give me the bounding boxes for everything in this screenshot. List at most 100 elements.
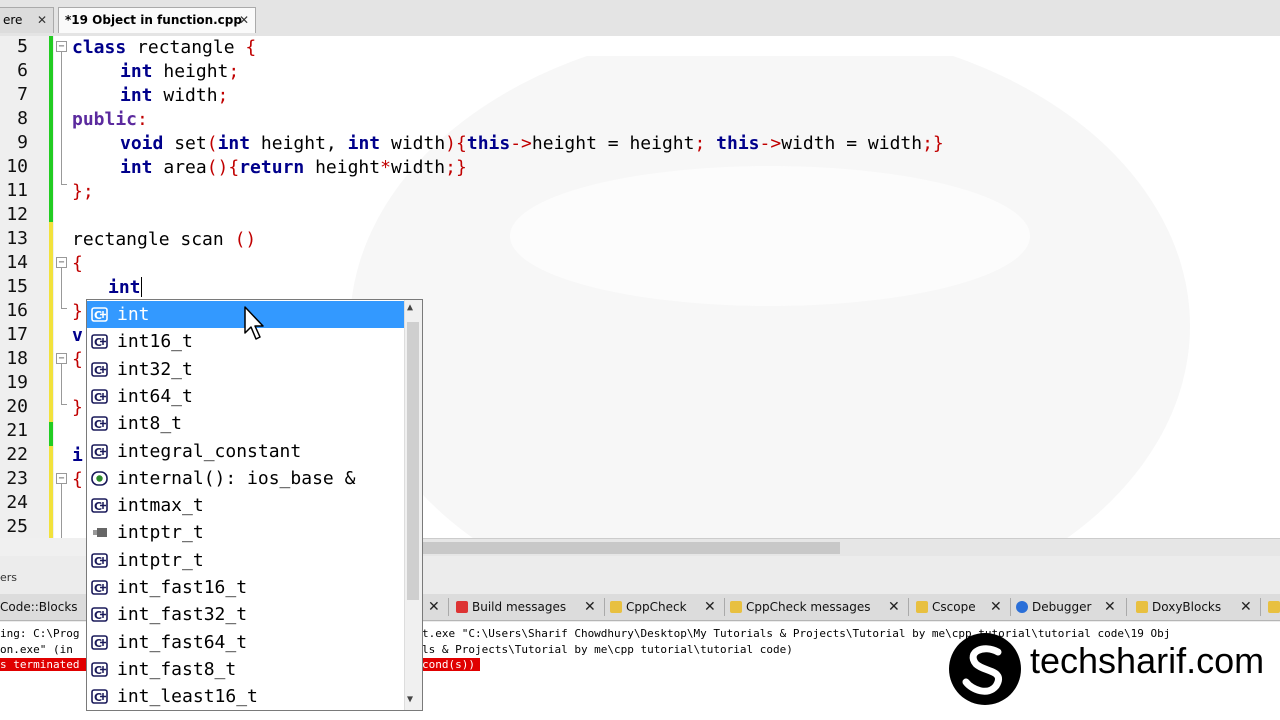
tab-codeblocks-log[interactable]: Code::Blocks: [0, 596, 78, 618]
line-number: 22: [6, 444, 28, 465]
tab-label: Cscope: [932, 600, 976, 614]
line-number: 14: [6, 252, 28, 273]
code-line-22: i: [72, 445, 83, 466]
code-line-14: {: [72, 253, 83, 274]
tab-previous-file[interactable]: ere ✕: [0, 7, 54, 33]
class-icon: C: [91, 580, 108, 595]
tab-separator: [448, 598, 449, 616]
svg-text:C: C: [94, 582, 102, 595]
autocomplete-item[interactable]: intptr_t: [87, 519, 405, 546]
svg-text:C: C: [94, 336, 102, 349]
tab-cppcheck-messages[interactable]: CppCheck messages: [730, 596, 871, 618]
class-icon: C: [91, 443, 108, 459]
autocomplete-item-label: int_fast32_t: [117, 604, 248, 626]
autocomplete-item[interactable]: Cint32_t: [87, 356, 405, 383]
scroll-down-icon[interactable]: ▼: [407, 694, 413, 705]
class-icon: C: [91, 607, 108, 622]
code-line-9: void set(int height, int width){this->he…: [120, 133, 944, 154]
line-number: 7: [17, 84, 28, 105]
class-icon: C: [91, 689, 108, 704]
code-line-15: int: [108, 277, 142, 298]
autocomplete-item-label: int_fast8_t: [117, 658, 237, 680]
editor-horizontal-scrollbar[interactable]: [420, 538, 1280, 557]
svg-text:C: C: [94, 555, 102, 568]
autocomplete-item[interactable]: Cint_fast16_t: [87, 574, 405, 601]
tab-close-icon[interactable]: ✕: [1240, 596, 1252, 618]
fold-guide: [61, 484, 62, 538]
autocomplete-item-label: int16_t: [117, 331, 193, 353]
tab-label: CppCheck messages: [746, 600, 871, 614]
tab-debugger[interactable]: Debugger: [1016, 596, 1091, 618]
autocomplete-item[interactable]: Cint8_t: [87, 410, 405, 437]
tab-close-icon[interactable]: ✕: [990, 596, 1002, 618]
editor-tab-bar: ere ✕ *19 Object in function.cpp ✕: [0, 0, 1280, 37]
fold-toggle-icon[interactable]: −: [56, 473, 67, 484]
svg-text:C: C: [94, 637, 102, 650]
tab-active-file[interactable]: *19 Object in function.cpp ✕: [58, 7, 256, 33]
autocomplete-item-label: int8_t: [117, 413, 183, 435]
panel-title: ers: [0, 571, 18, 584]
change-bar-saved: [49, 36, 53, 222]
class-icon: C: [91, 334, 108, 349]
line-number: 16: [6, 300, 28, 321]
fold-guide: [61, 364, 62, 404]
tab-close-icon[interactable]: ✕: [584, 596, 596, 618]
autocomplete-item[interactable]: Cintmax_t: [87, 492, 405, 519]
fold-toggle-icon[interactable]: −: [56, 257, 67, 268]
function-icon: [91, 470, 108, 486]
code-line-18: {: [72, 349, 83, 370]
fold-guide: [61, 268, 62, 308]
autocomplete-item-label: intptr_t: [117, 549, 204, 571]
tab-close-icon[interactable]: ✕: [37, 8, 47, 32]
fold-end: [61, 404, 67, 405]
tab-build-messages[interactable]: Build messages: [456, 596, 566, 618]
svg-text:C: C: [94, 691, 102, 704]
autocomplete-popup[interactable]: Cint Cint16_t Cint32_t Cint64_t Cint8_t Cinte…: [86, 299, 423, 711]
line-number: 8: [17, 108, 28, 129]
tab-cppcheck[interactable]: CppCheck: [610, 596, 687, 618]
tab-close-icon[interactable]: ✕: [704, 596, 716, 618]
class-icon: C: [91, 389, 108, 404]
autocomplete-item[interactable]: Cint_least16_t: [87, 683, 405, 710]
pencil-icon: [1268, 601, 1280, 613]
tab-close-icon[interactable]: ✕: [428, 596, 440, 618]
log-error-highlight: cond(s)): [422, 658, 480, 671]
fold-toggle-icon[interactable]: −: [56, 41, 67, 52]
tab-close-icon[interactable]: ✕: [888, 596, 900, 618]
autocomplete-item[interactable]: internal(): ios_base &: [87, 465, 405, 492]
tab-separator: [724, 598, 725, 616]
tab-doxyblocks[interactable]: DoxyBlocks: [1136, 596, 1221, 618]
fold-toggle-icon[interactable]: −: [56, 353, 67, 364]
fold-guide: [61, 52, 62, 184]
autocomplete-item-label: int_fast16_t: [117, 577, 248, 598]
line-number: 6: [17, 60, 28, 81]
tab-label: DoxyBlocks: [1152, 600, 1222, 614]
line-number: 15: [6, 276, 28, 297]
pencil-icon: [1136, 601, 1148, 613]
autocomplete-item[interactable]: Cint_fast8_t: [87, 656, 405, 683]
autocomplete-item[interactable]: Cintegral_constant: [87, 438, 405, 465]
scroll-up-icon[interactable]: ▲: [407, 302, 413, 313]
tab-overflow[interactable]: [1268, 596, 1280, 618]
tab-close-icon[interactable]: ✕: [239, 8, 249, 32]
change-bar-unsaved: [49, 446, 53, 538]
scrollbar-thumb[interactable]: [407, 322, 419, 600]
change-bar-saved: [49, 422, 53, 446]
autocomplete-scrollbar[interactable]: ▲ ▼: [404, 300, 422, 710]
autocomplete-item[interactable]: Cint_fast32_t: [87, 601, 405, 628]
autocomplete-item-label: int: [117, 304, 150, 325]
autocomplete-item[interactable]: Cint64_t: [87, 383, 405, 410]
tab-close-icon[interactable]: ✕: [1104, 596, 1116, 618]
autocomplete-item[interactable]: Cint_fast64_t: [87, 629, 405, 656]
line-number: 11: [6, 180, 28, 201]
tab-cscope[interactable]: Cscope: [916, 596, 976, 618]
techsharif-logo-icon: [949, 633, 1021, 705]
code-line-7: int width;: [120, 85, 229, 106]
mouse-cursor-icon: [244, 306, 264, 340]
log-line: ing: C:\Prog: [0, 627, 80, 640]
autocomplete-item[interactable]: Cintptr_t: [87, 547, 405, 574]
tab-separator: [908, 598, 909, 616]
pencil-icon: [730, 601, 742, 613]
scrollbar-thumb[interactable]: [420, 542, 840, 554]
tab-separator: [604, 598, 605, 616]
